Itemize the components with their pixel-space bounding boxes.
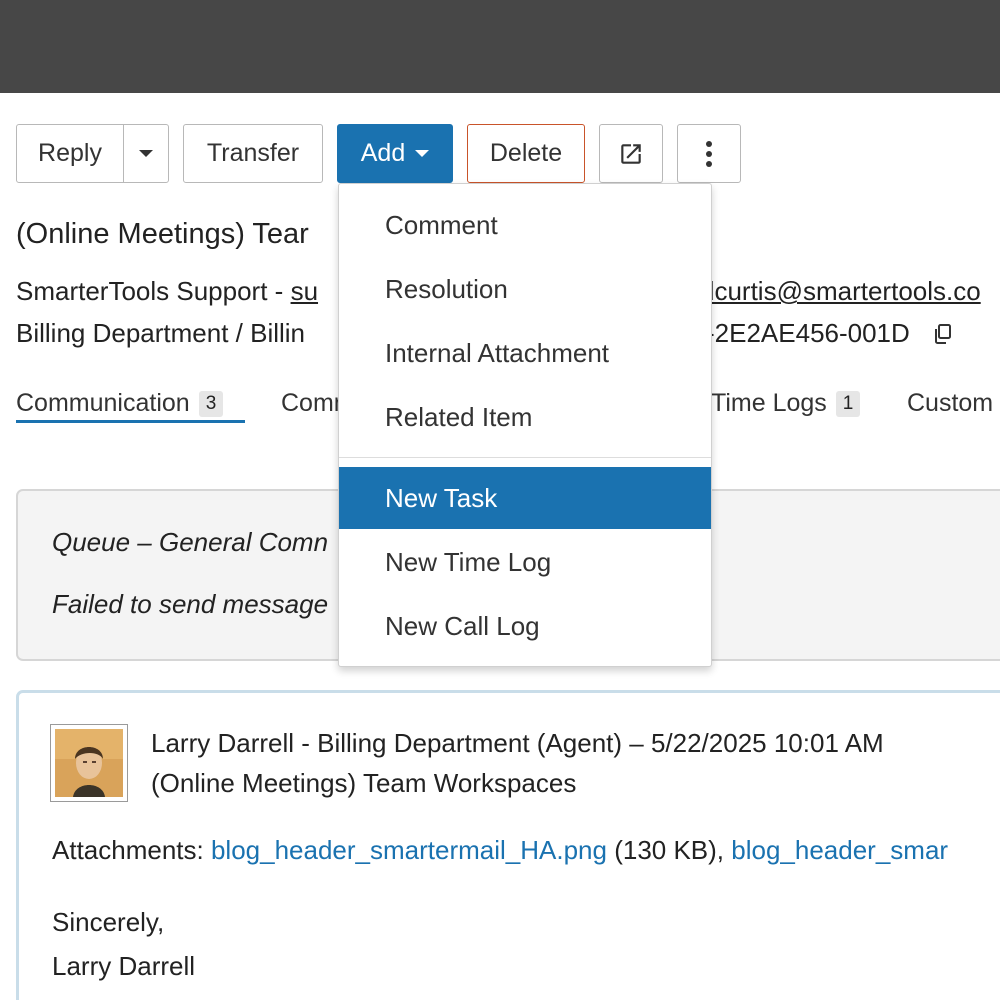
ticket-title: (Online Meetings) Tear	[16, 218, 309, 250]
tab-custom[interactable]: Custom	[907, 389, 993, 418]
tab-label: Custom	[907, 389, 994, 417]
attachment-link[interactable]: blog_header_smar	[731, 835, 948, 865]
vertical-ellipsis-icon	[706, 140, 712, 167]
menu-item-internal-attachment[interactable]: Internal Attachment	[339, 322, 711, 384]
transfer-button[interactable]: Transfer	[183, 124, 323, 183]
add-dropdown-menu: Comment Resolution Internal Attachment R…	[338, 183, 712, 667]
avatar	[50, 724, 128, 802]
ticket-department-line: Billing Department / Billin	[16, 318, 305, 349]
customer-email-link[interactable]: dcurtis@smartertools.co	[700, 276, 981, 307]
message-subject: (Online Meetings) Team Workspaces	[151, 768, 577, 798]
department-name: Billing Department	[16, 318, 229, 348]
agent-portrait-icon	[55, 729, 123, 797]
signature-closing: Sincerely,	[52, 907, 165, 937]
menu-item-resolution[interactable]: Resolution	[339, 258, 711, 320]
count-badge: 1	[835, 390, 861, 417]
add-label: Add	[360, 139, 406, 167]
signature-name: Larry Darrell	[52, 951, 196, 981]
reply-options-button[interactable]	[123, 125, 168, 182]
attachment-size: (130 KB),	[606, 835, 732, 865]
attachment-link[interactable]: blog_header_smartermail_HA.png	[211, 835, 607, 865]
menu-item-new-call-log[interactable]: New Call Log	[339, 595, 711, 657]
failed-send-note: Failed to send message	[52, 589, 329, 619]
queue-note: Queue – General Comn	[52, 527, 329, 557]
menu-item-new-time-log[interactable]: New Time Log	[339, 531, 711, 593]
delete-button[interactable]: Delete	[467, 124, 585, 183]
transfer-label: Transfer	[206, 139, 300, 167]
support-email-link[interactable]: su	[291, 276, 318, 306]
ticket-source-prefix: SmarterTools Support -	[16, 276, 291, 306]
attachments-label: Attachments:	[52, 835, 211, 865]
menu-item-new-task[interactable]: New Task	[339, 467, 711, 529]
message-sender: Larry Darrell - Billing Department (Agen…	[151, 728, 884, 758]
menu-item-related-item[interactable]: Related Item	[339, 386, 711, 448]
pop-out-button[interactable]	[599, 124, 663, 183]
more-options-button[interactable]	[677, 124, 741, 183]
ticket-source-line: SmarterTools Support - su	[16, 276, 318, 307]
add-button[interactable]: Add	[337, 124, 453, 183]
tab-label: Communication	[16, 389, 190, 417]
external-link-icon	[621, 143, 641, 164]
reply-button-group: Reply	[16, 124, 169, 183]
count-badge: 3	[198, 390, 224, 417]
active-tab-indicator	[16, 420, 245, 423]
tab-communication[interactable]: Communication 3	[16, 389, 224, 418]
chevron-down-icon	[139, 150, 153, 157]
chevron-down-icon	[415, 150, 430, 157]
department-path: / Billin	[228, 318, 306, 348]
ticket-id: -2E2AE456-001D	[706, 318, 910, 348]
menu-divider	[339, 457, 711, 458]
tab-time-logs[interactable]: Time Logs 1	[711, 389, 861, 418]
delete-label: Delete	[489, 139, 563, 167]
copy-icon[interactable]	[934, 324, 952, 344]
menu-item-comment[interactable]: Comment	[339, 194, 711, 256]
top-bar	[0, 0, 1000, 93]
tab-label: Time Logs	[711, 389, 827, 417]
attachments-line: Attachments: blog_header_smartermail_HA.…	[52, 835, 948, 866]
reply-button[interactable]: Reply	[17, 139, 123, 168]
